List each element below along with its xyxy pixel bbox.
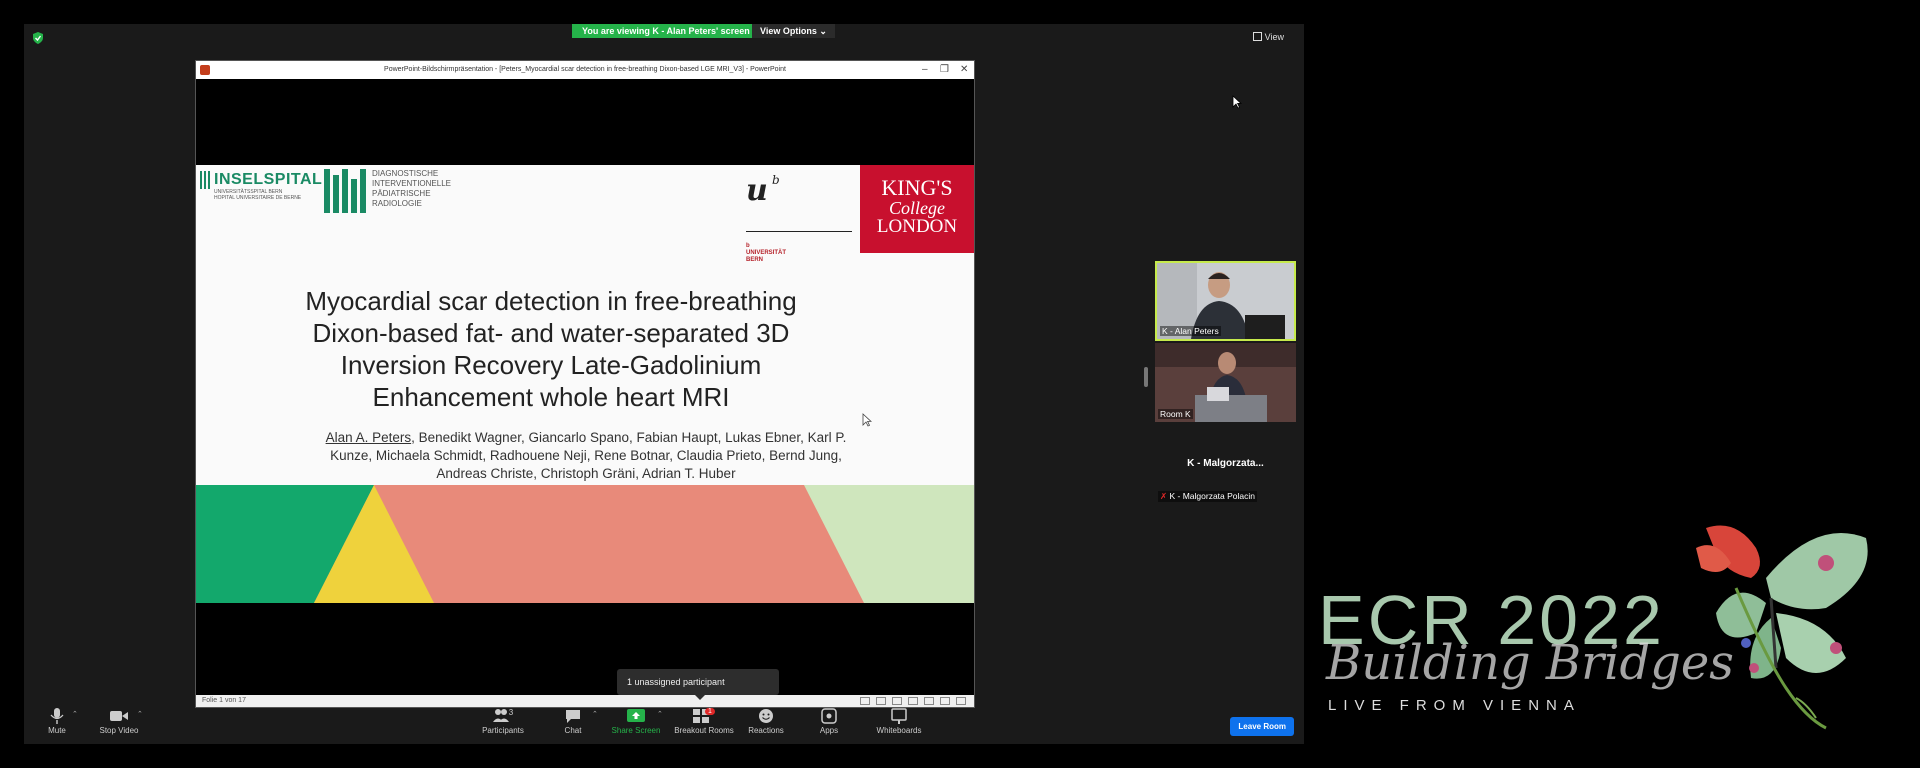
inselspital-logo-mark [200,171,210,189]
view-button[interactable]: View [1252,32,1284,42]
breakout-rooms-label: Breakout Rooms [674,726,734,735]
kcl-line1: KING'S [881,175,953,200]
view-options-button[interactable]: View Options ⌄ [752,24,835,38]
apps-icon [821,708,837,724]
breakout-rooms-button[interactable]: 1 Breakout Rooms [674,708,734,735]
view-icon[interactable] [908,697,918,705]
people-icon [492,709,509,722]
tile-name-row: ✗ K - Malgorzata Polacin [1158,491,1257,502]
participants-label: Participants [482,726,524,735]
chevron-down-icon: ⌄ [819,26,827,36]
ecr-tagline: Building Bridges [1326,635,1734,691]
kcl-line3: LONDON [876,216,958,237]
reactions-button[interactable]: Reactions [746,708,786,735]
reactions-label: Reactions [748,726,784,735]
unibern-name: b UNIVERSITÄT BERN [746,243,787,263]
authors: Alan A. Peters, Benedikt Wagner, Giancar… [306,429,866,483]
breakout-icon-row: 1 [674,708,734,724]
stop-video-label: Stop Video [99,726,139,735]
tile-scroll-handle[interactable] [1144,367,1148,387]
ecr-live: LIVE FROM VIENNA [1328,697,1581,714]
whiteboards-button[interactable]: Whiteboards [874,708,924,735]
view-icon[interactable] [924,697,934,705]
whiteboard-icon [891,708,907,724]
inselspital-logo: INSELSPITAL UNIVERSITÄTSSPITAL BERN HOPI… [214,171,322,201]
window-title: PowerPoint-Bildschirmpräsentation - [Pet… [384,66,786,73]
kings-college-logo: KING'S College LONDON [860,165,974,253]
presenter-name: Alan A. Peters [325,430,412,445]
powerpoint-statusbar: Folie 1 von 17 [196,695,974,707]
inselspital-sub2: HOPITAL UNIVERSITAIRE DE BERNE [214,195,302,201]
view-icon[interactable] [876,697,886,705]
grid-view-icon [1252,32,1262,41]
view-options-label: View Options [760,26,817,36]
mute-button[interactable]: Mute [42,708,72,735]
chat-icon [566,710,580,723]
unibern-divider [746,231,852,232]
participants-icon-row: 3 [478,708,528,724]
view-icon[interactable] [956,697,966,705]
participants-count: 3 [508,708,514,717]
view-icon[interactable] [892,697,902,705]
leave-room-button[interactable]: Leave Room [1230,717,1294,736]
chat-button[interactable]: Chat [558,708,588,735]
viewing-banner: You are viewing K - Alan Peters' screen [572,24,760,38]
reactions-icon [759,709,773,723]
slide-counter: Folie 1 von 17 [202,697,246,704]
microphone-icon [50,708,64,724]
restore-button[interactable]: ❐ [940,61,949,79]
tile-name: K - Malgorzata Polacin [1169,491,1255,501]
tile-name: K - Alan Peters [1160,326,1221,336]
mute-label: Mute [48,726,66,735]
mouse-cursor-icon [1232,95,1242,109]
whiteboards-label: Whiteboards [876,726,922,735]
view-button-label: View [1264,32,1284,42]
participants-button[interactable]: 3 Participants [478,708,528,735]
meeting-toolbar: Mute ⌃ Stop Video ⌃ 3 Participants Chat … [24,708,1304,744]
video-tile-room-k[interactable]: Room K [1155,343,1296,422]
breakout-badge: 1 [705,708,715,715]
video-tile-malgorzata[interactable]: K - Malgorzata... ✗ K - Malgorzata Polac… [1155,424,1296,505]
tile-name: Room K [1158,409,1193,419]
shared-screen-powerpoint: PowerPoint-Bildschirmpräsentation - [Pet… [195,60,975,708]
share-screen-label: Share Screen [611,726,661,735]
video-options-caret-icon[interactable]: ⌃ [137,710,143,718]
chat-label: Chat [564,726,582,735]
share-screen-icon [627,709,645,722]
university-bern-logo: u b b UNIVERSITÄT BERN [746,173,852,263]
apps-button[interactable]: Apps [814,708,844,735]
unibern-u: u [746,173,768,208]
chat-options-caret-icon[interactable]: ⌃ [592,710,598,718]
inselspital-name: INSELSPITAL [214,171,323,188]
apps-label: Apps [819,726,839,735]
close-button[interactable]: ✕ [960,61,968,79]
video-tile-alan-peters[interactable]: K - Alan Peters [1155,261,1296,341]
view-controls[interactable] [854,697,966,705]
share-screen-button[interactable]: Share Screen [610,708,662,735]
mute-options-caret-icon[interactable]: ⌃ [72,710,78,718]
radiology-logo-mark [324,169,366,213]
butterfly-illustration [1696,525,1868,730]
minimize-button[interactable]: – [922,61,928,79]
decorative-color-band [196,485,974,603]
slide: INSELSPITAL UNIVERSITÄTSSPITAL BERN HOPI… [196,165,974,603]
tile-display-name: K - Malgorzata... [1187,458,1264,469]
unibern-b: b [772,173,780,187]
unassigned-participant-tooltip: 1 unassigned participant [617,669,779,700]
kcl-line2: College [889,198,945,218]
view-icon[interactable] [940,697,950,705]
slide-title: Myocardial scar detection in free-breath… [305,286,797,412]
share-options-caret-icon[interactable]: ⌃ [657,710,663,718]
zoom-window: You are viewing K - Alan Peters' screen … [24,24,1304,744]
shield-icon [33,32,43,44]
view-icon[interactable] [860,697,870,705]
video-camera-icon [110,711,128,721]
slide-cursor-icon [862,413,872,427]
radiology-text: DIAGNOSTISCHE INTERVENTIONELLE PÄDIATRIS… [372,169,451,208]
powerpoint-titlebar: PowerPoint-Bildschirmpräsentation - [Pet… [196,61,974,79]
